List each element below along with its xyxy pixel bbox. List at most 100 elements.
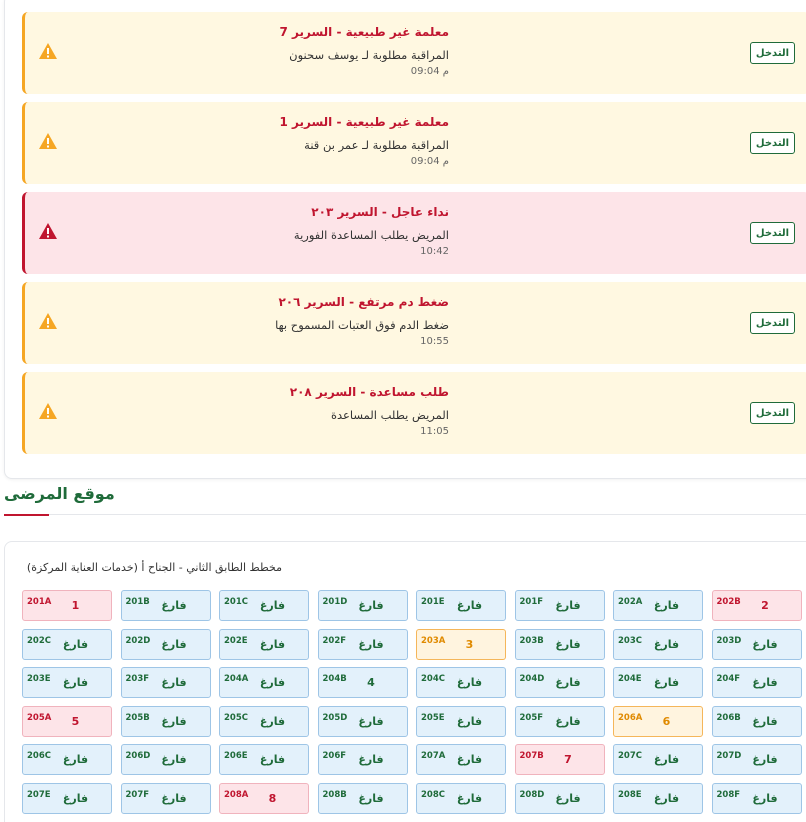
bed-id: 206A bbox=[618, 712, 643, 723]
bed-cell[interactable]: 203D فارغ bbox=[711, 628, 802, 660]
bed-cell[interactable]: 208F فارغ bbox=[711, 782, 802, 814]
bed-id: 208E bbox=[618, 789, 642, 800]
bed-id: 201C bbox=[224, 597, 248, 607]
bed-status: فارغ bbox=[752, 637, 778, 651]
alert-item: طلب مساعدة - السرير ٢٠٨ المريض يطلب المس… bbox=[22, 372, 806, 454]
bed-cell[interactable]: 206F فارغ bbox=[317, 744, 408, 775]
bed-cell[interactable]: 201D فارغ bbox=[317, 590, 408, 621]
bed-cell[interactable]: 204A فارغ bbox=[219, 667, 309, 698]
bed-cell[interactable]: 204E فارغ bbox=[613, 667, 703, 698]
bed-cell[interactable]: 204B 4 bbox=[317, 667, 408, 698]
alert-title: معلمة غير طبيعية - السرير 7 bbox=[279, 25, 449, 39]
bed-cell[interactable]: 205A 5 bbox=[22, 705, 112, 737]
bed-cell[interactable]: 206A 6 bbox=[613, 705, 703, 737]
bed-cell[interactable]: 203F فارغ bbox=[120, 667, 211, 698]
bed-cell[interactable]: 202D فارغ bbox=[120, 628, 211, 660]
bed-cell[interactable]: 205F فارغ bbox=[514, 705, 605, 737]
bed-cell[interactable]: 206D فارغ bbox=[120, 744, 211, 775]
bed-cell[interactable]: 207D فارغ bbox=[711, 744, 802, 775]
bed-cell[interactable]: 208D فارغ bbox=[514, 782, 605, 814]
bed-cell[interactable]: 205D فارغ bbox=[317, 705, 408, 737]
bed-id: 207E bbox=[27, 789, 51, 800]
alert-time: م 09:04 bbox=[410, 66, 449, 77]
bed-id: 203B bbox=[519, 635, 544, 646]
bed-cell[interactable]: 205B فارغ bbox=[120, 705, 211, 737]
bed-cell[interactable]: 207A فارغ bbox=[416, 744, 506, 775]
alert-body: معلمة غير طبيعية - السرير 1 المراقبة مطل… bbox=[69, 114, 449, 168]
intervene-button[interactable]: التدخل bbox=[750, 402, 795, 424]
bed-status: فارغ bbox=[161, 637, 187, 651]
bed-id: 205F bbox=[519, 712, 544, 723]
bed-status: فارغ bbox=[62, 637, 89, 651]
warning-triangle-icon bbox=[38, 312, 58, 330]
bed-cell[interactable]: 207B 7 bbox=[514, 744, 605, 775]
bed-cell[interactable]: 205E فارغ bbox=[416, 705, 506, 737]
bed-status: فارغ bbox=[653, 637, 680, 651]
bed-cell[interactable]: 207C فارغ bbox=[613, 744, 703, 775]
bed-cell[interactable]: 208B فارغ bbox=[317, 782, 408, 814]
bed-id: 201E bbox=[421, 597, 445, 607]
intervene-button[interactable]: التدخل bbox=[750, 312, 795, 334]
bed-status: فارغ bbox=[358, 791, 384, 805]
bed-cell[interactable]: 201F فارغ bbox=[514, 590, 605, 621]
bed-status: فارغ bbox=[161, 676, 187, 689]
bed-cell[interactable]: 202F فارغ bbox=[317, 628, 408, 660]
bed-id: 207B bbox=[519, 751, 544, 761]
bed-id: 206E bbox=[224, 751, 248, 761]
bed-cell[interactable]: 204F فارغ bbox=[711, 667, 802, 698]
bed-id: 202B bbox=[716, 597, 741, 607]
bed-status: فارغ bbox=[161, 791, 187, 805]
bed-id: 202E bbox=[224, 635, 248, 646]
bed-status: فارغ bbox=[653, 599, 680, 612]
alert-message: المريض يطلب المساعدة الفورية bbox=[293, 228, 449, 242]
section-divider bbox=[4, 514, 806, 515]
bed-id: 203C bbox=[618, 635, 642, 646]
bed-cell[interactable]: 202B 2 bbox=[711, 590, 802, 621]
bed-cell[interactable]: 202C فارغ bbox=[22, 628, 112, 660]
bed-id: 203F bbox=[125, 674, 150, 684]
bed-cell[interactable]: 204C فارغ bbox=[416, 667, 506, 698]
bed-grid: 201A 1 201B فارغ 201C فارغ 201D فارغ 201E فا… bbox=[22, 590, 806, 814]
bed-cell[interactable]: 201E فارغ bbox=[416, 590, 506, 621]
bed-status: فارغ bbox=[259, 676, 286, 689]
bed-id: 201A bbox=[27, 597, 52, 607]
bed-cell[interactable]: 201B فارغ bbox=[120, 590, 211, 621]
bed-cell[interactable]: 206E فارغ bbox=[219, 744, 309, 775]
bed-status: فارغ bbox=[259, 637, 286, 651]
bed-cell[interactable]: 204D فارغ bbox=[514, 667, 605, 698]
bed-status: فارغ bbox=[456, 753, 483, 766]
bed-cell[interactable]: 202E فارغ bbox=[219, 628, 309, 660]
section-title: موقع المرضى bbox=[4, 484, 115, 503]
bed-status: فارغ bbox=[456, 599, 483, 612]
intervene-button[interactable]: التدخل bbox=[750, 132, 795, 154]
bed-status: فارغ bbox=[161, 714, 187, 728]
bed-cell[interactable]: 201A 1 bbox=[22, 590, 112, 621]
bed-cell[interactable]: 203C فارغ bbox=[613, 628, 703, 660]
bed-cell[interactable]: 208E فارغ bbox=[613, 782, 703, 814]
intervene-button[interactable]: التدخل bbox=[750, 222, 795, 244]
bed-id: 208F bbox=[716, 789, 741, 800]
bed-cell[interactable]: 201C فارغ bbox=[219, 590, 309, 621]
bed-id: 202D bbox=[125, 635, 151, 646]
bed-id: 205D bbox=[322, 712, 348, 723]
alert-title: طلب مساعدة - السرير ٢٠٨ bbox=[289, 385, 449, 399]
bed-cell[interactable]: 206B فارغ bbox=[711, 705, 802, 737]
bed-id: 202C bbox=[27, 635, 51, 646]
bed-status: فارغ bbox=[161, 599, 187, 612]
bed-cell[interactable]: 208A 8 bbox=[219, 782, 309, 814]
bed-cell[interactable]: 203A 3 bbox=[416, 628, 506, 660]
bed-status: فارغ bbox=[161, 753, 187, 766]
bed-cell[interactable]: 203E فارغ bbox=[22, 667, 112, 698]
bed-cell[interactable]: 203B فارغ bbox=[514, 628, 605, 660]
bed-cell[interactable]: 207E فارغ bbox=[22, 782, 112, 814]
bed-cell[interactable]: 208C فارغ bbox=[416, 782, 506, 814]
bed-cell[interactable]: 206C فارغ bbox=[22, 744, 112, 775]
bed-id: 205B bbox=[125, 712, 150, 723]
bed-status: فارغ bbox=[259, 599, 286, 612]
bed-id: 202F bbox=[322, 635, 347, 646]
bed-cell[interactable]: 202A فارغ bbox=[613, 590, 703, 621]
bed-cell[interactable]: 205C فارغ bbox=[219, 705, 309, 737]
intervene-button[interactable]: التدخل bbox=[750, 42, 795, 64]
alert-title: ضغط دم مرتفع - السرير ٢٠٦ bbox=[278, 295, 449, 309]
bed-cell[interactable]: 207F فارغ bbox=[120, 782, 211, 814]
